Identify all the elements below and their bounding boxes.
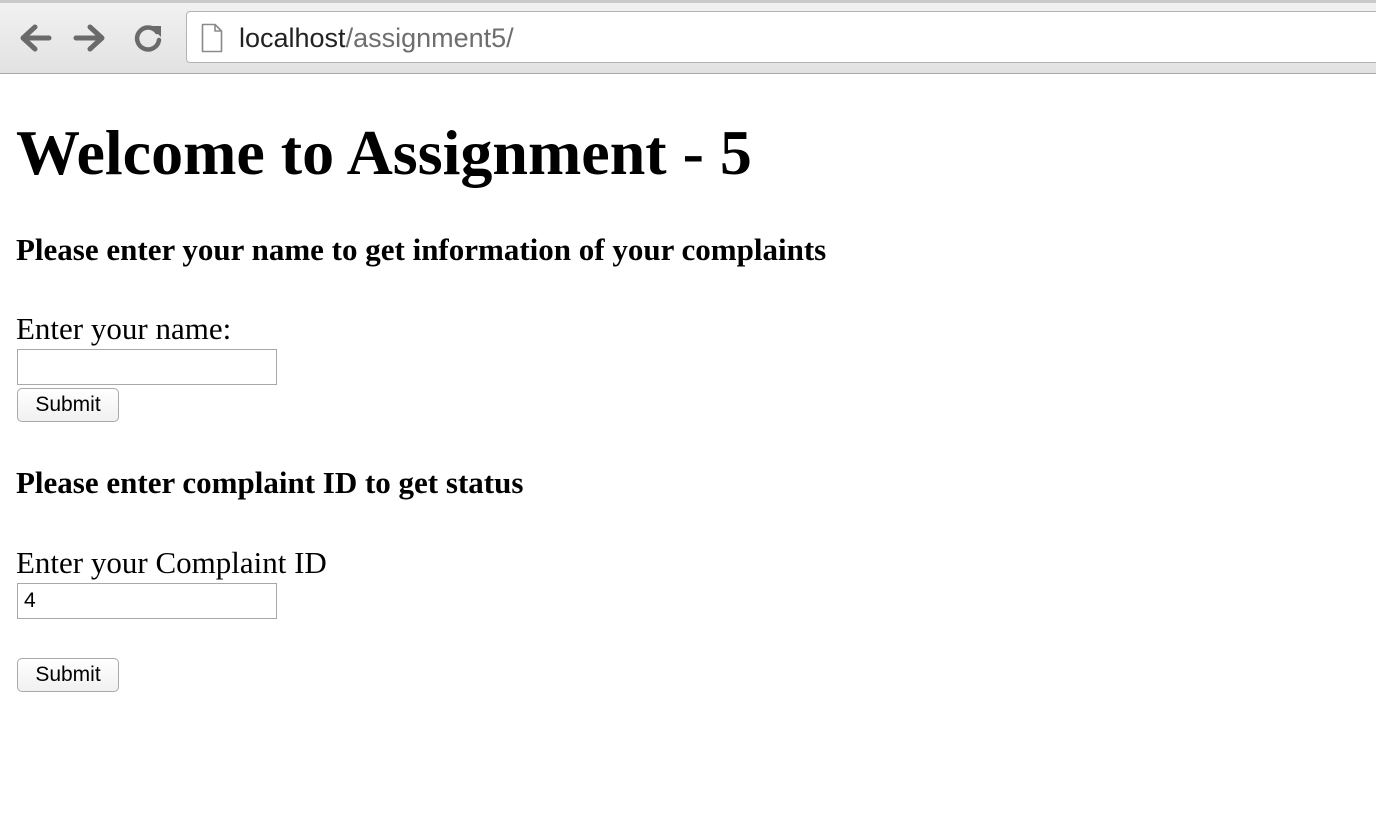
url-path: /assignment5/ xyxy=(345,23,514,53)
page-title: Welcome to Assignment - 5 xyxy=(16,117,752,188)
tab-strip xyxy=(0,0,1376,3)
document-icon xyxy=(201,23,223,53)
name-submit-button[interactable]: Submit xyxy=(17,388,119,422)
browser-toolbar: localhost/assignment5/ xyxy=(0,0,1376,74)
url-host: localhost xyxy=(239,23,346,53)
arrow-left-icon xyxy=(20,24,52,52)
arrow-right-icon xyxy=(73,24,105,52)
complaint-submit-button[interactable]: Submit xyxy=(17,658,119,692)
url-text: localhost/assignment5/ xyxy=(239,22,514,54)
complaint-id-input[interactable] xyxy=(17,583,277,619)
complaint-id-label: Enter your Complaint ID xyxy=(16,545,327,580)
name-form-heading: Please enter your name to get informatio… xyxy=(16,232,827,267)
back-button[interactable] xyxy=(17,20,53,56)
name-input[interactable] xyxy=(17,349,277,385)
forward-button[interactable] xyxy=(72,20,108,56)
reload-button[interactable] xyxy=(130,20,166,56)
reload-icon xyxy=(134,25,162,52)
address-bar[interactable]: localhost/assignment5/ xyxy=(186,11,1376,63)
complaint-form-heading: Please enter complaint ID to get status xyxy=(16,465,524,500)
name-label: Enter your name: xyxy=(16,311,232,346)
